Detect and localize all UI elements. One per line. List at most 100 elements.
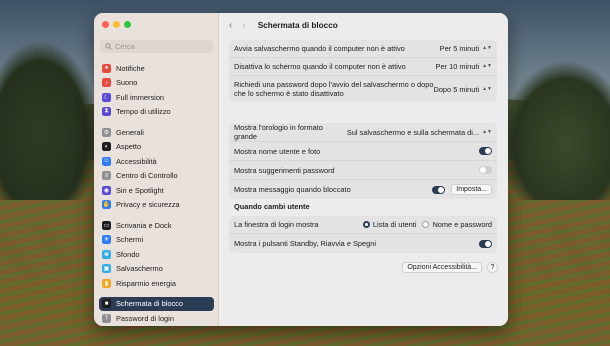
zoom-button[interactable] bbox=[124, 21, 131, 28]
toolbar: ‹ › Schermata di blocco bbox=[219, 13, 508, 38]
sidebar-item-label: Schermata di blocco bbox=[116, 299, 183, 309]
username-toggle[interactable] bbox=[479, 147, 492, 155]
key-icon: † bbox=[102, 313, 111, 323]
lock-icon: ■ bbox=[102, 299, 111, 309]
screensaver-label: Avvia salvaschermo quando il computer no… bbox=[234, 44, 405, 53]
radio-user-list-label: Lista di utenti bbox=[372, 220, 417, 229]
clock-value: Sul salvaschermo e sulla schermata di... bbox=[346, 127, 480, 137]
hints-label: Mostra suggerimenti password bbox=[234, 165, 335, 175]
password-label: Richiedi una password dopo l'avvio del s… bbox=[234, 80, 434, 98]
sidebar-item-label: Password di login bbox=[116, 313, 174, 323]
sidebar-item-label: Notifiche bbox=[116, 63, 145, 73]
power-buttons-toggle[interactable] bbox=[479, 239, 492, 248]
radio-unselected-icon bbox=[422, 221, 430, 228]
display-off-value: Per 10 minuti bbox=[435, 62, 480, 71]
set-message-button[interactable]: Imposta... bbox=[451, 184, 492, 195]
chevron-updown-icon: ▲▼ bbox=[482, 63, 492, 69]
sidebar-item-10[interactable]: ✋ Privacy e sicurezza bbox=[99, 198, 214, 213]
siri-icon: ◉ bbox=[102, 185, 111, 195]
gear-icon: ⚙ bbox=[102, 127, 111, 137]
radio-selected-icon bbox=[362, 221, 370, 228]
search-placeholder: Cerca bbox=[115, 42, 135, 51]
chevron-updown-icon: ▲▼ bbox=[482, 128, 492, 135]
screensaver-row: Avvia salvaschermo quando il computer no… bbox=[229, 40, 497, 58]
display-icon: ☀ bbox=[102, 235, 111, 245]
clock-popup[interactable]: Sul salvaschermo e sulla schermata di...… bbox=[347, 128, 492, 137]
power-buttons-label: Mostra i pulsanti Standby, Riavvia e Spe… bbox=[234, 239, 377, 248]
username-row: Mostra nome utente e foto bbox=[229, 142, 497, 161]
search-icon bbox=[105, 43, 112, 50]
dock-icon: ▭ bbox=[102, 220, 111, 230]
sidebar-item-16[interactable]: ■ Schermata di blocco bbox=[99, 296, 214, 311]
chevron-updown-icon: ▲▼ bbox=[482, 45, 492, 51]
main-pane: ‹ › Schermata di blocco Avvia salvascher… bbox=[219, 13, 508, 326]
password-value: Dopo 5 minuti bbox=[433, 84, 480, 94]
sidebar-item-8[interactable]: ≡ Centro di Controllo bbox=[99, 169, 214, 184]
screensaver-popup[interactable]: Per 5 minuti ▲▼ bbox=[440, 44, 492, 53]
help-button[interactable]: ? bbox=[487, 262, 498, 273]
clock-row: Mostra l'orologio in formato grande Sul … bbox=[229, 123, 497, 142]
appearance-icon: ◐ bbox=[102, 142, 111, 152]
sidebar-item-label: Siri e Spotlight bbox=[116, 185, 164, 195]
sidebar-item-17[interactable]: † Password di login bbox=[99, 311, 214, 326]
sidebar-item-12[interactable]: ☀ Schermi bbox=[99, 233, 214, 248]
radio-user-list[interactable]: Lista di utenti bbox=[362, 220, 417, 229]
sidebar-item-label: Full immersion bbox=[116, 92, 165, 102]
password-popup[interactable]: Dopo 5 minuti ▲▼ bbox=[433, 85, 492, 94]
radio-name-password[interactable]: Nome e password bbox=[422, 220, 492, 229]
login-window-row: La finestra di login mostra Lista di ute… bbox=[229, 216, 497, 234]
radio-name-password-label: Nome e password bbox=[432, 220, 492, 229]
control-center-icon: ≡ bbox=[102, 171, 111, 181]
login-window-label: La finestra di login mostra bbox=[234, 220, 319, 229]
hourglass-icon: ⧗ bbox=[102, 107, 111, 117]
display-off-popup[interactable]: Per 10 minuti ▲▼ bbox=[436, 62, 492, 71]
search-field[interactable]: Cerca bbox=[100, 40, 213, 53]
wallpaper-trees-right bbox=[500, 60, 610, 200]
user-switch-group: La finestra di login mostra Lista di ute… bbox=[229, 216, 497, 253]
accessibility-options-button[interactable]: Opzioni Accessibilità... bbox=[402, 262, 482, 273]
close-button[interactable] bbox=[102, 21, 109, 28]
sidebar-item-label: Sfondo bbox=[116, 249, 140, 259]
sidebar-item-13[interactable]: ❀ Sfondo bbox=[99, 247, 214, 262]
sidebar-item-6[interactable]: ◐ Aspetto bbox=[99, 140, 214, 155]
hints-toggle[interactable] bbox=[479, 166, 492, 174]
back-arrow-icon[interactable]: ‹ bbox=[229, 20, 232, 31]
sidebar-item-label: Generali bbox=[116, 127, 144, 137]
sidebar-item-label: Scrivania e Dock bbox=[116, 220, 172, 230]
hints-row: Mostra suggerimenti password bbox=[229, 161, 497, 180]
footer: Opzioni Accessibilità... ? bbox=[402, 262, 498, 273]
sidebar-item-3[interactable]: ☾ Full immersion bbox=[99, 90, 214, 105]
sidebar-item-14[interactable]: ▣ Salvaschermo bbox=[99, 262, 214, 277]
bell-icon: ● bbox=[102, 63, 111, 73]
page-title: Schermata di blocco bbox=[257, 21, 338, 30]
sidebar-item-label: Risparmio energia bbox=[116, 278, 176, 288]
hand-icon: ✋ bbox=[102, 200, 111, 210]
sidebar-item-9[interactable]: ◉ Siri e Spotlight bbox=[99, 183, 214, 198]
minimize-button[interactable] bbox=[113, 21, 120, 28]
screensaver-icon: ▣ bbox=[102, 264, 111, 274]
display-off-row: Disattiva lo schermo quando il computer … bbox=[229, 58, 497, 76]
wallpaper-icon: ❀ bbox=[102, 249, 111, 259]
sidebar-item-label: Suono bbox=[116, 78, 138, 88]
message-toggle[interactable] bbox=[432, 185, 446, 194]
sidebar-item-1[interactable]: ● Notifiche bbox=[99, 61, 214, 76]
sidebar-item-label: Privacy e sicurezza bbox=[116, 200, 180, 210]
section-title: Quando cambi utente bbox=[234, 202, 310, 211]
sidebar-item-label: Centro di Controllo bbox=[116, 171, 178, 181]
forward-arrow-icon[interactable]: › bbox=[242, 20, 245, 31]
message-label: Mostra messaggio quando bloccato bbox=[234, 185, 351, 194]
sidebar-item-4[interactable]: ⧗ Tempo di utilizzo bbox=[99, 105, 214, 120]
sidebar-item-15[interactable]: ▮ Risparmio energia bbox=[99, 276, 214, 291]
sidebar-item-2[interactable]: ♪ Suono bbox=[99, 76, 214, 91]
sidebar-item-11[interactable]: ▭ Scrivania e Dock bbox=[99, 218, 214, 233]
timing-group: Avvia salvaschermo quando il computer no… bbox=[229, 40, 497, 102]
sidebar-item-label: Accessibilità bbox=[116, 156, 157, 166]
sidebar-item-7[interactable]: ☺ Accessibilità bbox=[99, 154, 214, 169]
sidebar-item-label: Schermi bbox=[116, 235, 144, 245]
sidebar-list: ● Notifiche ♪ Suono ☾ Full immersion ⧗ Tempo di… bbox=[99, 61, 214, 326]
sidebar: Cerca ● Notifiche ♪ Suono ☾ Full immersion ⧗ Te… bbox=[94, 13, 219, 326]
sidebar-item-5[interactable]: ⚙ Generali bbox=[99, 125, 214, 140]
battery-icon: ▮ bbox=[102, 278, 111, 288]
screensaver-value: Per 5 minuti bbox=[439, 44, 480, 53]
